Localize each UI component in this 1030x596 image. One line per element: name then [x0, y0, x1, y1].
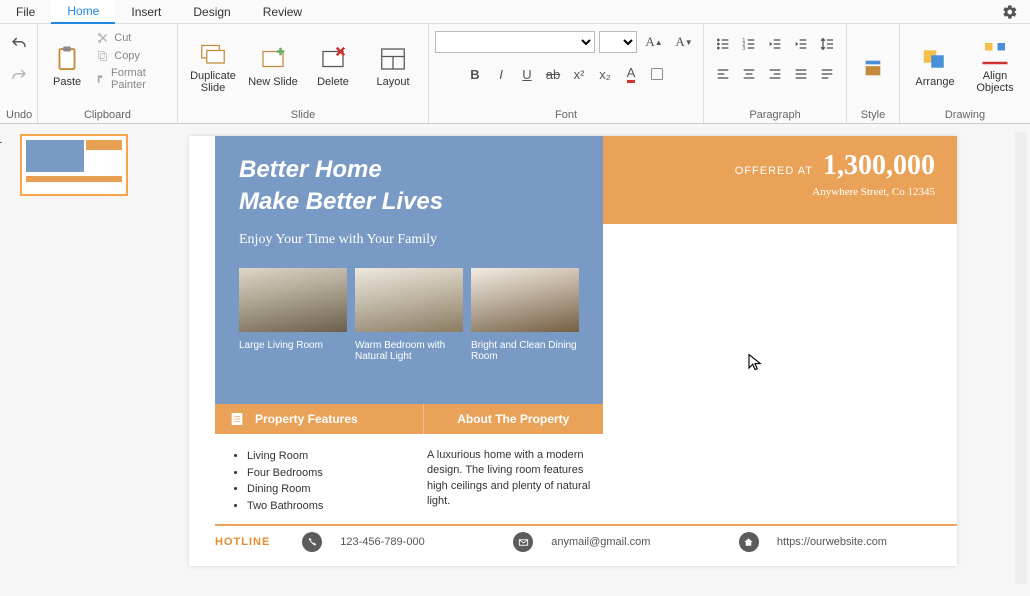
price[interactable]: 1,300,000 [823, 150, 935, 182]
group-clipboard-label: Clipboard [44, 109, 171, 123]
undo-button[interactable] [6, 32, 32, 56]
caption-1[interactable]: Large Living Room [239, 340, 347, 362]
layout-button[interactable]: Layout [364, 26, 422, 106]
align-objects-button[interactable]: Align Objects [966, 26, 1024, 106]
group-drawing-label: Drawing [906, 109, 1024, 123]
slide-thumbnail-panel: 1 [0, 124, 136, 596]
delete-button[interactable]: Delete [304, 26, 362, 106]
content-tabs: Property Features About The Property [215, 404, 603, 434]
feature-item: Four Bedrooms [247, 465, 401, 482]
email-icon [513, 532, 533, 552]
bold-button[interactable]: B [462, 62, 488, 86]
menu-bar: File Home Insert Design Review [0, 0, 1030, 24]
menu-file[interactable]: File [0, 1, 51, 23]
menu-design[interactable]: Design [177, 1, 246, 23]
slide-footer[interactable]: HOTLINE 123-456-789-000 anymail@gmail.co… [215, 524, 957, 552]
ribbon: Undo Paste Cut Copy Format Painter Clipb… [0, 24, 1030, 124]
indent-button[interactable] [788, 32, 814, 56]
menu-home[interactable]: Home [51, 0, 115, 24]
align-left-button[interactable] [710, 62, 736, 86]
duplicate-slide-button[interactable]: Duplicate Slide [184, 26, 242, 106]
feature-item: Living Room [247, 448, 401, 465]
image-bedroom[interactable] [355, 268, 463, 332]
underline-button[interactable]: U [514, 62, 540, 86]
tab-features[interactable]: Property Features [215, 404, 423, 434]
align-center-button[interactable] [736, 62, 762, 86]
delete-label: Delete [317, 76, 349, 88]
phone-icon [302, 532, 322, 552]
font-color-button[interactable]: A [618, 62, 644, 86]
line-spacing-button[interactable] [814, 32, 840, 56]
group-undo-label: Undo [6, 109, 31, 123]
arrange-button[interactable]: Arrange [906, 26, 964, 106]
grow-font-button[interactable]: A▲ [641, 30, 667, 54]
email: anymail@gmail.com [551, 536, 650, 548]
subscript-button[interactable]: x₂ [592, 62, 618, 86]
document-icon [229, 411, 245, 427]
new-slide-button[interactable]: New Slide [244, 26, 302, 106]
copy-button[interactable]: Copy [92, 48, 171, 64]
superscript-button[interactable]: x² [566, 62, 592, 86]
caption-2[interactable]: Warm Bedroom with Natural Light [355, 340, 463, 362]
caption-3[interactable]: Bright and Clean Dining Room [471, 340, 579, 362]
image-dining-room[interactable] [471, 268, 579, 332]
about-text[interactable]: A luxurious home with a modern design. T… [419, 434, 603, 528]
justify-button[interactable] [788, 62, 814, 86]
paste-label: Paste [53, 76, 81, 88]
format-painter-button[interactable]: Format Painter [92, 66, 171, 92]
slide-subtitle[interactable]: Enjoy Your Time with Your Family [239, 232, 579, 248]
hero-blue-panel[interactable]: Better HomeMake Better Lives Enjoy Your … [215, 136, 603, 404]
phone: 123-456-789-000 [340, 536, 424, 548]
slide[interactable]: Better HomeMake Better Lives Enjoy Your … [189, 136, 957, 566]
feature-item: Two Bathrooms [247, 498, 401, 515]
numbering-button[interactable]: 123 [736, 32, 762, 56]
group-slide-label: Slide [184, 109, 422, 123]
group-font-label: Font [435, 109, 697, 123]
tab-about[interactable]: About The Property [423, 404, 604, 434]
align-right-button[interactable] [762, 62, 788, 86]
group-paragraph-label: Paragraph [710, 109, 840, 123]
vertical-scrollbar[interactable] [1015, 132, 1027, 584]
slide-thumbnail-1[interactable] [20, 134, 128, 196]
home-icon [739, 532, 759, 552]
duplicate-slide-label: Duplicate Slide [184, 70, 242, 94]
group-style-label: Style [853, 109, 893, 123]
cut-button[interactable]: Cut [92, 30, 171, 46]
address[interactable]: Anywhere Street, Co 12345 [625, 186, 935, 198]
shrink-font-button[interactable]: A▼ [671, 30, 697, 54]
italic-button[interactable]: I [488, 62, 514, 86]
image-living-room[interactable] [239, 268, 347, 332]
outdent-button[interactable] [762, 32, 788, 56]
font-size-select[interactable] [599, 31, 637, 53]
paste-button[interactable]: Paste [44, 26, 90, 106]
settings-gear-icon[interactable] [990, 4, 1030, 20]
offer-panel[interactable]: OFFERED AT 1,300,000 Anywhere Street, Co… [603, 136, 957, 224]
website: https://ourwebsite.com [777, 536, 887, 548]
distribute-button[interactable] [814, 62, 840, 86]
menu-review[interactable]: Review [247, 1, 318, 23]
arrange-label: Arrange [915, 76, 954, 88]
features-list[interactable]: Living Room Four Bedrooms Dining Room Tw… [215, 434, 419, 528]
slide-title[interactable]: Better HomeMake Better Lives [239, 154, 579, 218]
font-family-select[interactable] [435, 31, 595, 53]
svg-text:3: 3 [742, 46, 745, 52]
hotline-label: HOTLINE [215, 536, 270, 548]
new-slide-label: New Slide [248, 76, 298, 88]
highlight-button[interactable] [644, 62, 670, 86]
offered-at-label: OFFERED AT [735, 165, 813, 177]
feature-item: Dining Room [247, 481, 401, 498]
layout-label: Layout [376, 76, 409, 88]
slide-canvas[interactable]: Better HomeMake Better Lives Enjoy Your … [136, 124, 1010, 596]
align-objects-label: Align Objects [966, 70, 1024, 94]
thumb-number: 1 [0, 134, 2, 146]
strike-button[interactable]: ab [540, 62, 566, 86]
menu-insert[interactable]: Insert [115, 1, 177, 23]
bullets-button[interactable] [710, 32, 736, 56]
redo-button[interactable] [6, 64, 32, 88]
style-button[interactable] [860, 56, 886, 80]
